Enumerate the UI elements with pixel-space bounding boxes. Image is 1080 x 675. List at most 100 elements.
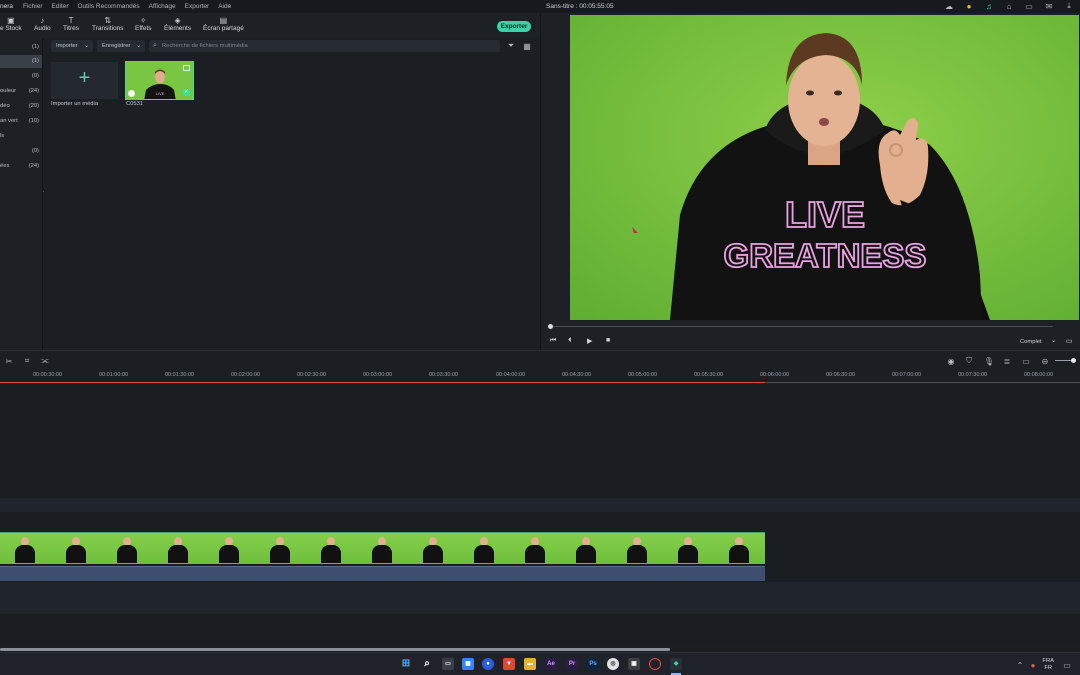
microphone-icon[interactable]: ● bbox=[1028, 660, 1038, 670]
ruler-tick: 00:08:00:00 bbox=[1024, 372, 1054, 378]
notification-icon[interactable]: ▭ bbox=[1062, 660, 1072, 670]
export-button[interactable]: Exporter bbox=[497, 21, 531, 32]
prev-frame-icon[interactable]: ⏴ bbox=[568, 337, 572, 345]
profile-icon[interactable]: ⌂ bbox=[1004, 1, 1014, 11]
audio-clip-track[interactable] bbox=[0, 566, 765, 581]
menu-bar: nera Fichier Editer Outils Recommandés A… bbox=[0, 0, 1080, 13]
window-controls: ☁ ● ♫ ⌂ ▭ ✉ ⤓ bbox=[944, 1, 1074, 11]
subtitle-icon[interactable]: ▭ bbox=[1021, 356, 1031, 366]
search-input[interactable]: ⌕ Recherche de fichiers multimédia bbox=[149, 40, 500, 52]
tool-stock[interactable]: ▣ e Stock bbox=[0, 16, 22, 32]
clip-frame bbox=[714, 533, 765, 563]
step-back-icon[interactable]: ⏮ bbox=[550, 337, 556, 345]
after-effects-icon[interactable]: Ae bbox=[545, 658, 557, 670]
clip-frame bbox=[663, 533, 714, 563]
zoom-slider-knob[interactable] bbox=[1071, 358, 1076, 363]
chevron-up-icon[interactable]: ⌃ bbox=[1015, 660, 1025, 670]
headset-icon[interactable]: ♫ bbox=[984, 1, 994, 11]
keyboard-code: FR bbox=[1044, 665, 1053, 671]
zoom-out-icon[interactable]: ⊖ bbox=[1040, 356, 1050, 366]
sidebar-item-video[interactable]: déo (20) bbox=[0, 100, 42, 113]
bulb-icon[interactable]: ● bbox=[964, 1, 974, 11]
task-view-icon[interactable]: ▭ bbox=[442, 658, 454, 670]
obs-icon[interactable]: ◎ bbox=[607, 658, 619, 670]
download-icon[interactable]: ⤓ bbox=[1064, 1, 1074, 11]
audio-split-icon[interactable]: ⫘ bbox=[40, 356, 50, 366]
render-icon[interactable]: ◉ bbox=[946, 356, 956, 366]
sidebar-item-label: ls bbox=[0, 133, 5, 139]
cut-icon[interactable]: ✂ bbox=[4, 356, 14, 366]
menu-affichage[interactable]: Affichage bbox=[149, 3, 176, 10]
menu-outils[interactable]: Outils Recommandés bbox=[78, 3, 140, 10]
grid-view-icon[interactable]: ▦ bbox=[522, 41, 532, 51]
sidebar-item[interactable]: (0) bbox=[0, 145, 42, 158]
tool-effets[interactable]: ✧ Effets bbox=[135, 16, 152, 32]
quality-dropdown[interactable]: Complet ⌄ bbox=[1016, 337, 1058, 347]
media-clip-thumbnail[interactable]: LIVE ✓ bbox=[125, 61, 194, 100]
search-icon[interactable]: ⌕ bbox=[421, 658, 433, 670]
tool-transitions[interactable]: ⇅ Transitions bbox=[92, 16, 124, 32]
menu-exporter[interactable]: Exporter bbox=[185, 3, 210, 10]
crop-icon[interactable]: ⌗ bbox=[22, 356, 32, 366]
preview-scrubber[interactable] bbox=[548, 324, 1053, 329]
brave-icon[interactable]: ▼ bbox=[503, 658, 515, 670]
folder-icon[interactable]: ▬ bbox=[524, 658, 536, 670]
tool-transitions-label: Transitions bbox=[92, 25, 124, 32]
clip-frame bbox=[153, 533, 204, 563]
active-app-indicator bbox=[671, 673, 681, 675]
mail-icon[interactable]: ✉ bbox=[1044, 1, 1054, 11]
import-media-label: Importer un média bbox=[51, 101, 99, 107]
timeline-ruler[interactable]: 00:00:30:00 00:01:00:00 00:01:30:00 00:0… bbox=[0, 369, 1080, 385]
filter-icon[interactable]: ⏷ bbox=[506, 41, 516, 51]
import-media-tile[interactable]: + bbox=[51, 62, 118, 99]
scrubber-knob[interactable] bbox=[548, 324, 553, 329]
scrubber-track bbox=[548, 326, 1053, 327]
preview-video[interactable]: LIVE GREATNESS bbox=[570, 15, 1079, 320]
tool-split-screen[interactable]: ▤ Écran partagé bbox=[203, 16, 244, 32]
ruler-tick: 00:05:00:00 bbox=[628, 372, 658, 378]
menu-aide[interactable]: Aide bbox=[218, 3, 231, 10]
record-dropdown[interactable]: Enregistrer ⌄ bbox=[97, 40, 145, 52]
tool-audio[interactable]: ♪ Audio bbox=[34, 16, 51, 32]
shield-icon[interactable]: ⛉ bbox=[964, 356, 974, 366]
sidebar-item-couleur[interactable]: ouleur (24) bbox=[0, 85, 42, 98]
play-icon[interactable]: ▶ bbox=[587, 337, 592, 345]
premiere-icon[interactable]: Pr bbox=[566, 658, 578, 670]
tool-elements[interactable]: ◈ Éléments bbox=[164, 16, 191, 32]
ruler-tick: 00:06:30:00 bbox=[826, 372, 856, 378]
svg-text:LIVE: LIVE bbox=[156, 91, 165, 96]
sidebar-item[interactable]: (1) bbox=[0, 41, 42, 54]
monitor-icon[interactable]: ▭ bbox=[1066, 337, 1073, 345]
clip-frame bbox=[408, 533, 459, 563]
sidebar-item[interactable]: (0) bbox=[0, 70, 42, 83]
sidebar-item-selected[interactable]: (1) bbox=[0, 55, 42, 68]
clip-frame bbox=[255, 533, 306, 563]
filmora-icon[interactable]: ◆ bbox=[670, 658, 682, 670]
tool-titres[interactable]: T Titres bbox=[63, 16, 79, 32]
import-dropdown[interactable]: Importer ⌄ bbox=[51, 40, 93, 52]
chat-icon[interactable]: ● bbox=[482, 658, 494, 670]
sidebar-item-label: an vert bbox=[0, 118, 18, 124]
ruler-tick: 00:02:00:00 bbox=[231, 372, 261, 378]
microphone-icon[interactable]: 🎙 bbox=[984, 356, 994, 366]
stop-icon[interactable]: ■ bbox=[606, 337, 610, 344]
sidebar-item-ecran-vert[interactable]: an vert (10) bbox=[0, 115, 42, 128]
photoshop-icon[interactable]: Ps bbox=[587, 658, 599, 670]
voiceover-icon[interactable]: ≣ bbox=[1002, 356, 1012, 366]
sidebar-item[interactable]: ées (24) bbox=[0, 160, 42, 173]
timeline-tracks[interactable] bbox=[0, 385, 1080, 645]
windows-start-icon[interactable]: ⊞ bbox=[400, 658, 412, 670]
cloud-icon[interactable]: ☁ bbox=[944, 1, 954, 11]
menu-fichier[interactable]: Fichier bbox=[23, 3, 43, 10]
recorder-icon[interactable] bbox=[649, 658, 661, 670]
hoodie-text-live: LIVE bbox=[785, 194, 865, 235]
menu-editer[interactable]: Editer bbox=[52, 3, 69, 10]
ruler-tick: 00:02:30:00 bbox=[297, 372, 327, 378]
video-clip-track[interactable] bbox=[0, 532, 765, 564]
app-icon[interactable]: ▣ bbox=[628, 658, 640, 670]
widgets-icon[interactable]: ▦ bbox=[462, 658, 474, 670]
timeline-scrollbar[interactable] bbox=[0, 648, 670, 651]
clip-type-icon bbox=[128, 90, 135, 97]
sidebar-item[interactable]: ls bbox=[0, 130, 42, 143]
layout-icon[interactable]: ▭ bbox=[1024, 1, 1034, 11]
